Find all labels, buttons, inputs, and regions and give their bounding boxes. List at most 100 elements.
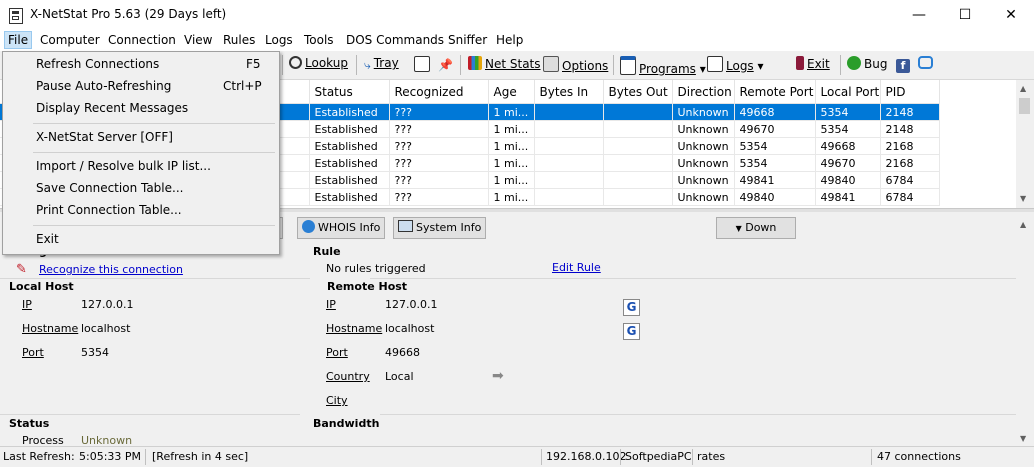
- scroll-down-icon[interactable]: ▼: [1020, 194, 1026, 203]
- toolbar-separator: [613, 55, 614, 75]
- column-header-status[interactable]: Status: [309, 80, 390, 104]
- menu-tools[interactable]: Tools: [304, 33, 334, 47]
- table-scrollbar[interactable]: ▲ ▼: [1016, 80, 1034, 208]
- toolbar-separator: [282, 55, 283, 75]
- menu-item-pause-auto-refreshing[interactable]: Pause Auto-Refreshing: [36, 79, 171, 93]
- tray-button[interactable]: ⤷ Tray: [364, 56, 399, 74]
- menu-item-import-resolve-ip-list[interactable]: Import / Resolve bulk IP list...: [36, 159, 211, 173]
- whois-info-button[interactable]: WHOIS Info: [297, 217, 386, 239]
- column-header-age[interactable]: Age: [488, 80, 535, 104]
- status-separator: [145, 449, 146, 465]
- connection-detail-panel: Recognized ✎ Recognize this connection R…: [0, 242, 1016, 446]
- table-cell: 5354: [815, 103, 881, 121]
- recognize-check-icon: ✎: [16, 262, 27, 277]
- menu-item-refresh-connections[interactable]: Refresh Connections: [36, 57, 159, 71]
- menu-view[interactable]: View: [184, 33, 212, 47]
- table-cell: [534, 137, 604, 155]
- exit-button[interactable]: Exit: [796, 56, 830, 74]
- system-info-button[interactable]: System Info: [393, 217, 487, 239]
- bar-chart-icon: [468, 56, 482, 70]
- chat-button[interactable]: [918, 56, 936, 74]
- table-cell: [603, 137, 673, 155]
- tray-arrow-icon: ⤷: [364, 58, 371, 72]
- menu-computer[interactable]: Computer: [40, 33, 100, 47]
- column-header-recognized[interactable]: Recognized: [389, 80, 489, 104]
- menu-item-exit[interactable]: Exit: [36, 232, 59, 246]
- remote-host-title: Remote Host: [327, 280, 408, 293]
- remote-hostname-label[interactable]: Hostname: [326, 322, 382, 335]
- net-stats-label: Net Stats: [485, 57, 541, 71]
- facebook-button[interactable]: f: [896, 56, 913, 74]
- local-hostname-label[interactable]: Hostname: [22, 322, 78, 335]
- column-header-remote-port[interactable]: Remote Port: [734, 80, 816, 104]
- menu-dos-commands[interactable]: DOS Commands: [346, 33, 444, 47]
- menu-item-save-connection-table[interactable]: Save Connection Table...: [36, 181, 183, 195]
- menu-sniffer[interactable]: Sniffer: [448, 33, 487, 47]
- door-exit-icon: [796, 56, 804, 70]
- table-cell: [603, 103, 673, 121]
- recognize-connection-link[interactable]: Recognize this connection: [39, 263, 183, 276]
- menu-item-display-recent-messages[interactable]: Display Recent Messages: [36, 101, 188, 115]
- table-cell: 6784: [880, 188, 940, 206]
- process-label: Process: [22, 434, 64, 446]
- toolbar-separator: [840, 55, 841, 75]
- edit-rule-link[interactable]: Edit Rule: [552, 261, 601, 274]
- menu-connection[interactable]: Connection: [108, 33, 176, 47]
- maximize-button[interactable]: ☐: [942, 0, 988, 30]
- pin-icon: 📌: [438, 58, 453, 72]
- net-stats-button[interactable]: Net Stats: [468, 56, 541, 74]
- menu-item-print-connection-table[interactable]: Print Connection Table...: [36, 203, 182, 217]
- menu-help[interactable]: Help: [496, 33, 523, 47]
- column-header-direction[interactable]: Direction: [672, 80, 735, 104]
- table-cell: Unknown: [672, 103, 735, 121]
- bug-button[interactable]: Bug: [847, 56, 887, 74]
- toolbar-separator: [356, 55, 357, 75]
- pin-button[interactable]: 📌: [438, 56, 456, 74]
- status-separator: [541, 449, 542, 465]
- city-label[interactable]: City: [326, 394, 348, 407]
- detail-scrollbar[interactable]: ▲ ▼: [1016, 212, 1034, 446]
- logs-button[interactable]: Logs ▾: [707, 56, 764, 74]
- column-header-bytes-in[interactable]: Bytes In: [534, 80, 604, 104]
- google-search-ip-icon[interactable]: G: [623, 299, 640, 316]
- local-port-label[interactable]: Port: [22, 346, 44, 359]
- file-menu-dropdown: Refresh Connections F5 Pause Auto-Refres…: [2, 51, 280, 255]
- options-button[interactable]: Options: [543, 56, 608, 74]
- scroll-down-icon[interactable]: ▼: [1020, 434, 1026, 443]
- lookup-button[interactable]: Lookup: [289, 56, 348, 74]
- remote-port-label[interactable]: Port: [326, 346, 348, 359]
- table-cell: 2148: [880, 103, 940, 121]
- divider: [0, 278, 310, 279]
- logs-icon: [707, 56, 723, 72]
- table-cell: 49668: [815, 137, 881, 155]
- scrollbar-thumb[interactable]: [1019, 98, 1030, 114]
- scroll-up-icon[interactable]: ▲: [1020, 220, 1026, 229]
- status-separator: [620, 449, 621, 465]
- programs-button[interactable]: Programs ▾: [620, 56, 706, 76]
- column-header-bytes-out[interactable]: Bytes Out: [603, 80, 673, 104]
- menu-separator: [33, 225, 275, 226]
- minimize-button[interactable]: —: [896, 0, 942, 30]
- app-icon: [9, 8, 23, 24]
- table-cell: [603, 171, 673, 189]
- scroll-up-icon[interactable]: ▲: [1020, 84, 1026, 93]
- close-button[interactable]: ✕: [988, 0, 1034, 30]
- menu-file[interactable]: File: [4, 31, 33, 49]
- google-search-hostname-icon[interactable]: G: [623, 323, 640, 340]
- menu-rules[interactable]: Rules: [223, 33, 255, 47]
- menu-logs[interactable]: Logs: [265, 33, 293, 47]
- minimize-to-tray-button[interactable]: [414, 56, 433, 74]
- divider: [380, 414, 1016, 415]
- shortcut-f5: F5: [246, 57, 261, 71]
- local-ip-label[interactable]: IP: [22, 298, 32, 311]
- down-button[interactable]: ▼ Down: [716, 217, 796, 239]
- status-separator: [871, 449, 872, 465]
- programs-label: Programs: [639, 62, 696, 76]
- remote-ip-label[interactable]: IP: [326, 298, 336, 311]
- column-header-pid[interactable]: PID: [880, 80, 940, 104]
- menu-item-xnetstat-server[interactable]: X-NetStat Server [OFF]: [36, 130, 173, 144]
- table-cell: [603, 120, 673, 138]
- column-header-local-port[interactable]: Local Port: [815, 80, 881, 104]
- country-label[interactable]: Country: [326, 370, 370, 383]
- table-cell: Established: [309, 154, 390, 172]
